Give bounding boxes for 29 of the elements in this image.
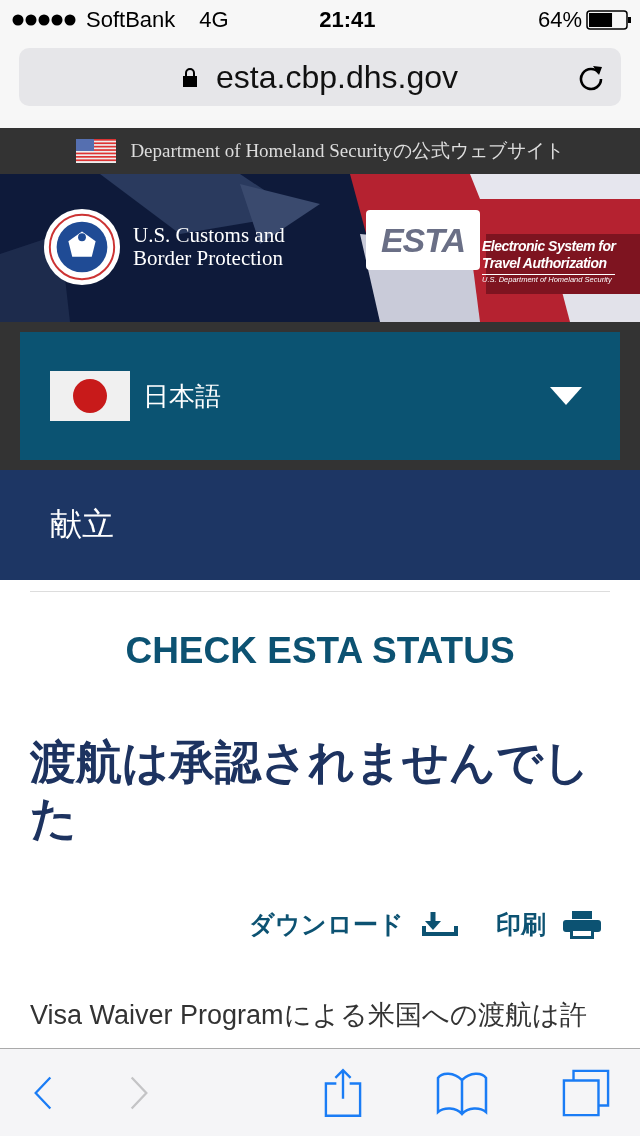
menu-bar[interactable]: 献立	[0, 470, 640, 580]
bookmarks-icon[interactable]	[436, 1069, 488, 1116]
official-site-notice: Department of Homeland Securityの公式ウェブサイト	[130, 139, 564, 163]
share-icon[interactable]	[324, 1066, 362, 1119]
url-text: esta.cbp.dhs.gov	[216, 58, 458, 96]
page-heading: CHECK ESTA STATUS	[124, 630, 516, 672]
print-link[interactable]: 印刷	[496, 908, 602, 941]
lock-icon	[182, 67, 199, 87]
flag-icon	[76, 139, 117, 163]
address-bar[interactable]: esta.cbp.dhs.gov	[19, 48, 621, 106]
carrier-name: SoftBank	[86, 7, 176, 33]
language-select[interactable]: 日本語	[20, 332, 620, 460]
printer-icon	[562, 909, 602, 940]
download-link[interactable]: ダウンロード	[249, 908, 460, 941]
esta-logo: ESTA	[366, 210, 480, 270]
body-text: Visa Waiver Programによる米国への渡航は許	[30, 999, 588, 1032]
network-type: 4G	[199, 7, 230, 33]
flag-icon	[50, 371, 130, 421]
caret-icon	[550, 387, 582, 405]
tabs-icon[interactable]	[562, 1068, 610, 1117]
seal-icon	[43, 208, 121, 286]
status-title: 渡航は承認されませんでした	[30, 735, 591, 846]
battery-icon	[586, 10, 632, 30]
system-name: Electronic System for Travel Authorization	[482, 238, 616, 272]
clock-time: 21:41	[319, 7, 376, 33]
signal-icon	[12, 14, 76, 26]
agency-name: U.S. Customs and Border Protection	[133, 224, 285, 270]
reload-icon[interactable]	[577, 63, 605, 91]
battery-percent: 64%	[537, 7, 582, 33]
